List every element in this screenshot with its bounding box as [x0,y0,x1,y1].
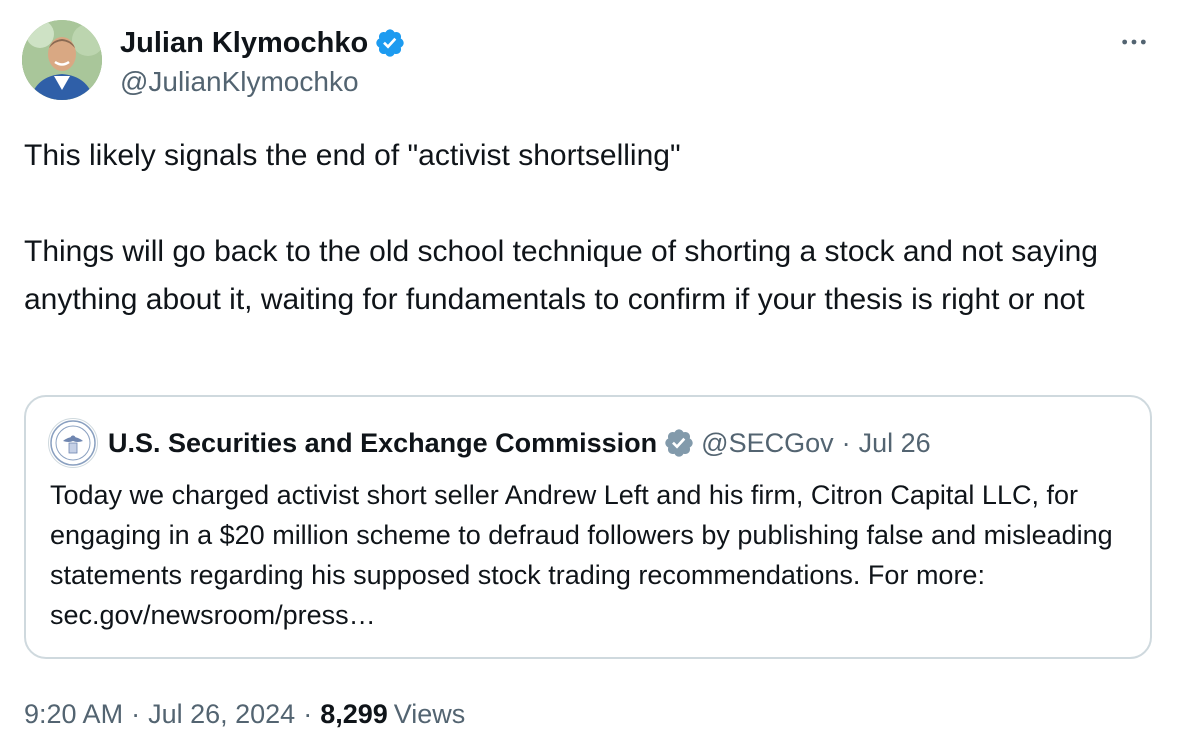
quoted-tweet-text: Today we charged activist short seller A… [50,475,1130,635]
author-handle[interactable]: @JulianKlymochko [120,64,406,100]
author-avatar[interactable] [22,20,102,100]
views-count[interactable]: 8,299 [320,694,388,734]
quoted-tweet-header: U.S. Securities and Exchange Commission … [48,418,931,468]
separator-dot: · [131,699,141,729]
tweet-header: Julian Klymochko @JulianKlymochko [22,20,1158,104]
verified-badge-icon[interactable] [374,27,406,59]
quoted-display-name[interactable]: U.S. Securities and Exchange Commission [108,428,657,459]
quoted-text-body: Today we charged activist short seller A… [50,480,1113,590]
more-horizontal-icon[interactable] [1114,26,1154,58]
tweet-time[interactable]: 9:20 AM [24,694,123,734]
verified-badge-icon[interactable] [657,427,701,459]
quoted-handle[interactable]: @SECGov [701,428,833,459]
avatar-photo [22,20,102,100]
tweet-meta: 9:20 AM · Jul 26, 2024 · 8,299 Views [24,694,465,734]
author-display-name[interactable]: Julian Klymochko [120,26,368,60]
tweet-date[interactable]: Jul 26, 2024 [148,694,295,734]
display-name-row: Julian Klymochko [120,26,406,60]
separator-dot: · [841,427,851,458]
separator-dot: · [303,699,313,729]
views-label: Views [393,699,466,729]
quoted-date[interactable]: Jul 26 [859,428,931,459]
tweet-paragraph-1: This likely signals the end of "activist… [24,139,681,172]
quoted-link[interactable]: sec.gov/newsroom/press… [50,600,376,630]
author-info: Julian Klymochko @JulianKlymochko [120,26,406,100]
quoted-tweet-card[interactable]: U.S. Securities and Exchange Commission … [24,395,1152,659]
sec-seal-avatar[interactable] [48,418,98,468]
tweet-text: This likely signals the end of "activist… [24,132,1154,324]
tweet-paragraph-2: Things will go back to the old school te… [24,235,1098,316]
